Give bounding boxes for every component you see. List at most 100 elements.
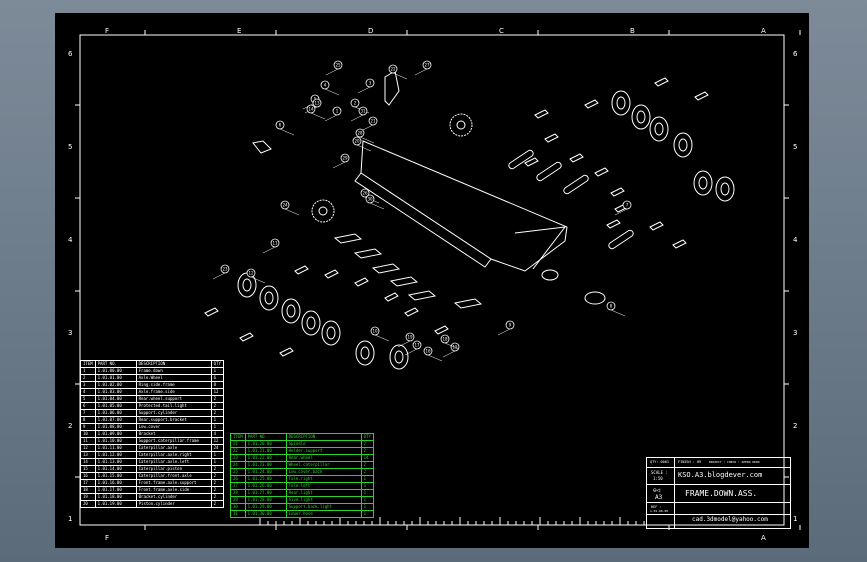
- bom2-row: 26 1.01.25.00 Tole.right 1: [230, 475, 374, 483]
- leader-line: [279, 128, 295, 136]
- wheel-hub: [720, 182, 730, 196]
- bom2-item: 31: [230, 510, 246, 518]
- sprocket-hub: [318, 206, 328, 216]
- bom-desc: Rear.wheel.support: [135, 395, 212, 403]
- bom-part: 1.01.07.00: [94, 416, 137, 424]
- bom2-row: 23 1.01.22.00 Rear.wheel 14: [230, 454, 374, 462]
- bom2-item: 22: [230, 447, 246, 455]
- bom2-item: 25: [230, 468, 246, 476]
- bom-desc: Caterpillar.piston: [135, 465, 212, 473]
- zone-col-B-top: B: [630, 27, 635, 35]
- bom2-desc: Low.cover.back: [285, 468, 362, 476]
- bom-item: 16: [80, 472, 96, 480]
- bom2-row: 22 1.01.21.00 Holder.support 2: [230, 447, 374, 455]
- leader-line: [356, 144, 372, 152]
- callout-number: 22: [390, 67, 396, 72]
- leader-line: [325, 68, 339, 76]
- callout-number: 13: [314, 101, 320, 106]
- projection-icon: ⊖◁: [653, 487, 661, 494]
- bom-desc: Support.caterpillar.frame: [135, 437, 212, 445]
- bom-desc: Caterpillar.axle.right: [135, 451, 212, 459]
- bom2-part: 1.01.21.00: [244, 447, 287, 455]
- leader-line: [332, 161, 346, 169]
- bill-of-materials-continued: ITEM PART NO. DESCRIPTION QTY 21 1.01.20.…: [230, 433, 374, 518]
- callout-number: 27: [424, 63, 430, 68]
- bom2-desc: Sive.light: [285, 496, 362, 504]
- bom2-desc: Spindle: [285, 440, 362, 448]
- callout-number: 18: [442, 337, 448, 342]
- bom2-item: 29: [230, 496, 246, 504]
- bom2-qty: 1: [360, 510, 374, 518]
- callout-number: 11: [272, 241, 278, 246]
- bom-part: 1.01.02.00: [94, 381, 137, 389]
- leader-line: [442, 350, 456, 358]
- callout-number: 28: [357, 131, 363, 136]
- bom-part: 1.01.09.00: [94, 430, 137, 438]
- leader-line: [359, 136, 375, 144]
- pin-axle: [569, 153, 584, 163]
- bom-row: 18 1.01.17.00 Front.frame.axle.side 2: [80, 486, 224, 494]
- pin-axle: [384, 292, 399, 302]
- bom-item: 7: [80, 409, 96, 417]
- callout-number: 14: [308, 107, 314, 112]
- title-block-size: A3: [655, 494, 663, 501]
- drawing-sheet: 1 2 3 4 5 6 7 8 9 10 11 12 13 14 15 16 17 18 19 20 21 22 23 24 2…: [55, 13, 809, 548]
- frame-edge: [354, 172, 492, 268]
- bom2-desc: Wheel.caterpillar: [285, 461, 362, 469]
- bom-qty: 2: [210, 402, 224, 410]
- bom-part: 1.01.08.00: [94, 423, 137, 431]
- callout-number: 10: [372, 329, 378, 334]
- zone-row-6-left: 6: [68, 50, 73, 58]
- bom2-desc: Lower.hose: [285, 510, 362, 518]
- callout-number: 25: [335, 63, 341, 68]
- support-back-light: [541, 269, 559, 281]
- bom-row: 5 1.01.04.00 Rear.wheel.support 2: [80, 395, 224, 403]
- tole-left: [384, 70, 400, 106]
- zone-row-2-right: 2: [793, 422, 798, 430]
- callout-number: 3: [369, 81, 372, 86]
- wheel-hub: [678, 138, 688, 152]
- wheel-hub: [360, 346, 370, 360]
- leader-line: [397, 340, 411, 348]
- bom2-item: 24: [230, 461, 246, 469]
- wheel: [355, 340, 375, 366]
- low-cover: [353, 248, 383, 259]
- leader-line: [284, 208, 300, 216]
- callout-number: 17: [414, 343, 420, 348]
- leader-line: [310, 112, 326, 120]
- leader-line: [392, 72, 408, 80]
- bom2-desc: Rear.wheel: [285, 454, 362, 462]
- bom-qty: 2: [210, 395, 224, 403]
- bom-part: 1.01.10.00: [94, 437, 137, 445]
- sprocket-gear: [311, 199, 335, 223]
- zone-row-3-right: 3: [793, 329, 798, 337]
- callout-number: 8: [610, 304, 613, 309]
- bom-desc: Ring.side.frame: [135, 381, 212, 389]
- bom-row: 1 1.01.00.00 Frame.down 1: [80, 367, 224, 375]
- pin-axle: [672, 239, 687, 249]
- pin-axle: [606, 219, 621, 229]
- bom2-qty: 2: [360, 447, 374, 455]
- bom-item: 19: [80, 493, 96, 501]
- bom2-qty: 1: [360, 503, 374, 511]
- leader-line: [610, 309, 626, 317]
- bom-item: 12: [80, 444, 96, 452]
- bom-part: 1.01.01.00: [94, 374, 137, 382]
- bom-qty: 12: [210, 437, 224, 445]
- bom2-row: 21 1.01.20.00 Spindle 2: [230, 440, 374, 448]
- tole-right: [252, 140, 272, 154]
- bom2-desc: Tole.right: [285, 475, 362, 483]
- bom-part: 1.01.05.00: [94, 402, 137, 410]
- bom-desc: Bracket: [135, 430, 212, 438]
- bom-part: 1.01.13.00: [94, 458, 137, 466]
- bom-part: 1.01.00.00: [94, 367, 137, 375]
- zone-row-2-left: 2: [68, 422, 73, 430]
- bom-part: 1.01.12.00: [94, 451, 137, 459]
- bom-row: 17 1.01.16.00 Front.frame.axle.support 2: [80, 479, 224, 487]
- cylinder: [508, 149, 534, 170]
- bom-qty: 12: [210, 388, 224, 396]
- zone-col-E-top: E: [237, 27, 242, 35]
- title-block-finish: FINISH : 09: [678, 460, 702, 464]
- callout-number: 31: [360, 109, 366, 114]
- bom2-desc: Holder.support: [285, 447, 362, 455]
